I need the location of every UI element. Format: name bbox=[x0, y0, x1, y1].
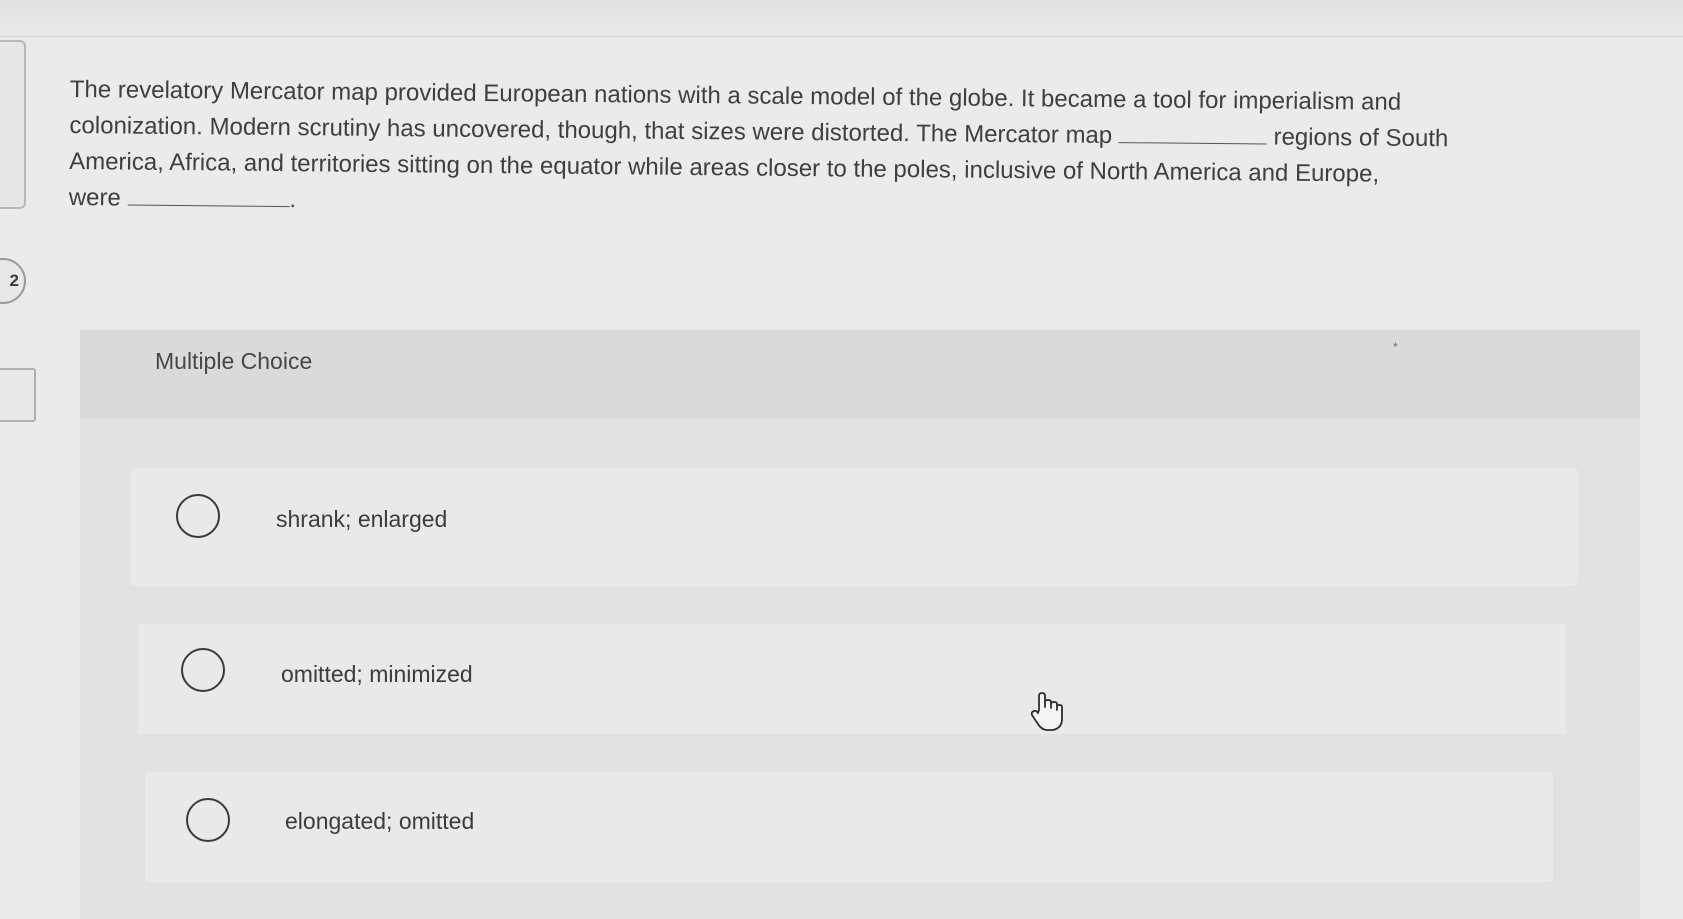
question-prompt: The revelatory Mercator map provided Eur… bbox=[69, 72, 1650, 231]
header-star-icon: * bbox=[1393, 340, 1398, 354]
question-line-4-text-a: were bbox=[68, 183, 121, 212]
sidebar-panel-edge bbox=[0, 40, 26, 209]
answer-option-label: elongated; omitted bbox=[285, 808, 475, 834]
question-line-2-text-a: colonization. Modern scrutiny has uncove… bbox=[69, 111, 1113, 150]
radio-button-option-2[interactable] bbox=[181, 648, 225, 692]
radio-button-option-1[interactable] bbox=[176, 494, 220, 538]
multiple-choice-header bbox=[80, 330, 1640, 418]
answer-option-2[interactable]: omitted; minimized bbox=[138, 624, 1566, 734]
answer-option-1[interactable]: shrank; enlarged bbox=[130, 468, 1578, 586]
hand-pointer-icon bbox=[1030, 692, 1064, 732]
answer-option-label: omitted; minimized bbox=[281, 661, 473, 687]
top-toolbar-strip bbox=[0, 0, 1683, 37]
answer-blank-2 bbox=[127, 203, 290, 208]
flag-question-box[interactable] bbox=[0, 368, 36, 422]
question-number-badge[interactable]: 2 bbox=[0, 258, 26, 304]
radio-button-option-3[interactable] bbox=[186, 798, 230, 842]
answer-option-3[interactable]: elongated; omitted bbox=[145, 772, 1553, 882]
question-line-2-text-b: regions of South bbox=[1273, 123, 1449, 153]
question-line-4-period: . bbox=[289, 186, 297, 214]
answer-option-label: shrank; enlarged bbox=[276, 506, 448, 532]
question-number: 2 bbox=[9, 271, 19, 290]
multiple-choice-title: Multiple Choice bbox=[155, 348, 313, 374]
answer-blank-1 bbox=[1118, 141, 1267, 145]
